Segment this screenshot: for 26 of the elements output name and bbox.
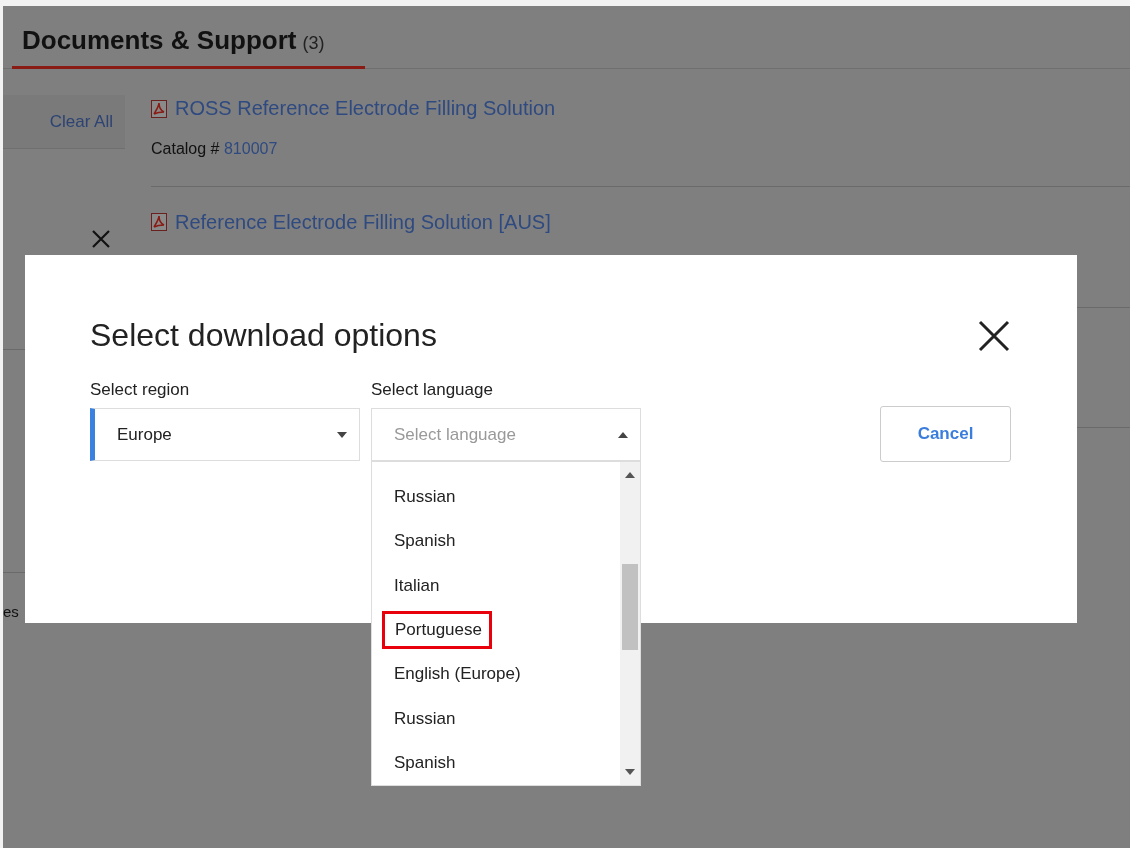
field-label: Select region: [90, 380, 191, 400]
pdf-icon: [151, 99, 167, 118]
field-label: Select language: [371, 380, 494, 400]
dialog-title: Select download options: [90, 317, 437, 354]
language-option[interactable]: English (Europe): [372, 652, 620, 697]
language-option[interactable]: Italian: [372, 563, 620, 608]
scrollbar[interactable]: [620, 462, 640, 785]
pdf-icon: [151, 213, 167, 231]
language-option[interactable]: Spanish: [372, 519, 620, 564]
close-icon[interactable]: [91, 229, 111, 249]
caret-icon: [337, 431, 347, 438]
language-option[interactable]: Spanish: [372, 740, 620, 785]
partial-text: es: [3, 603, 19, 620]
cancel-button[interactable]: Cancel: [880, 406, 1011, 462]
language-option[interactable]: Russian: [372, 475, 620, 520]
caret-icon: [618, 431, 628, 438]
section-title: Documents & Support: [22, 25, 297, 56]
language-option[interactable]: Russian: [372, 696, 620, 741]
language-option[interactable]: Portuguese: [382, 610, 492, 650]
region-select[interactable]: Europe: [90, 408, 360, 461]
documents-tab[interactable]: Documents & Support (3): [12, 25, 365, 69]
close-button[interactable]: [977, 318, 1011, 353]
document-count: (3): [302, 33, 325, 54]
catalog-label: Catalog #: [151, 139, 220, 157]
scroll-down-icon[interactable]: [625, 769, 635, 775]
scroll-up-icon[interactable]: [625, 472, 635, 478]
